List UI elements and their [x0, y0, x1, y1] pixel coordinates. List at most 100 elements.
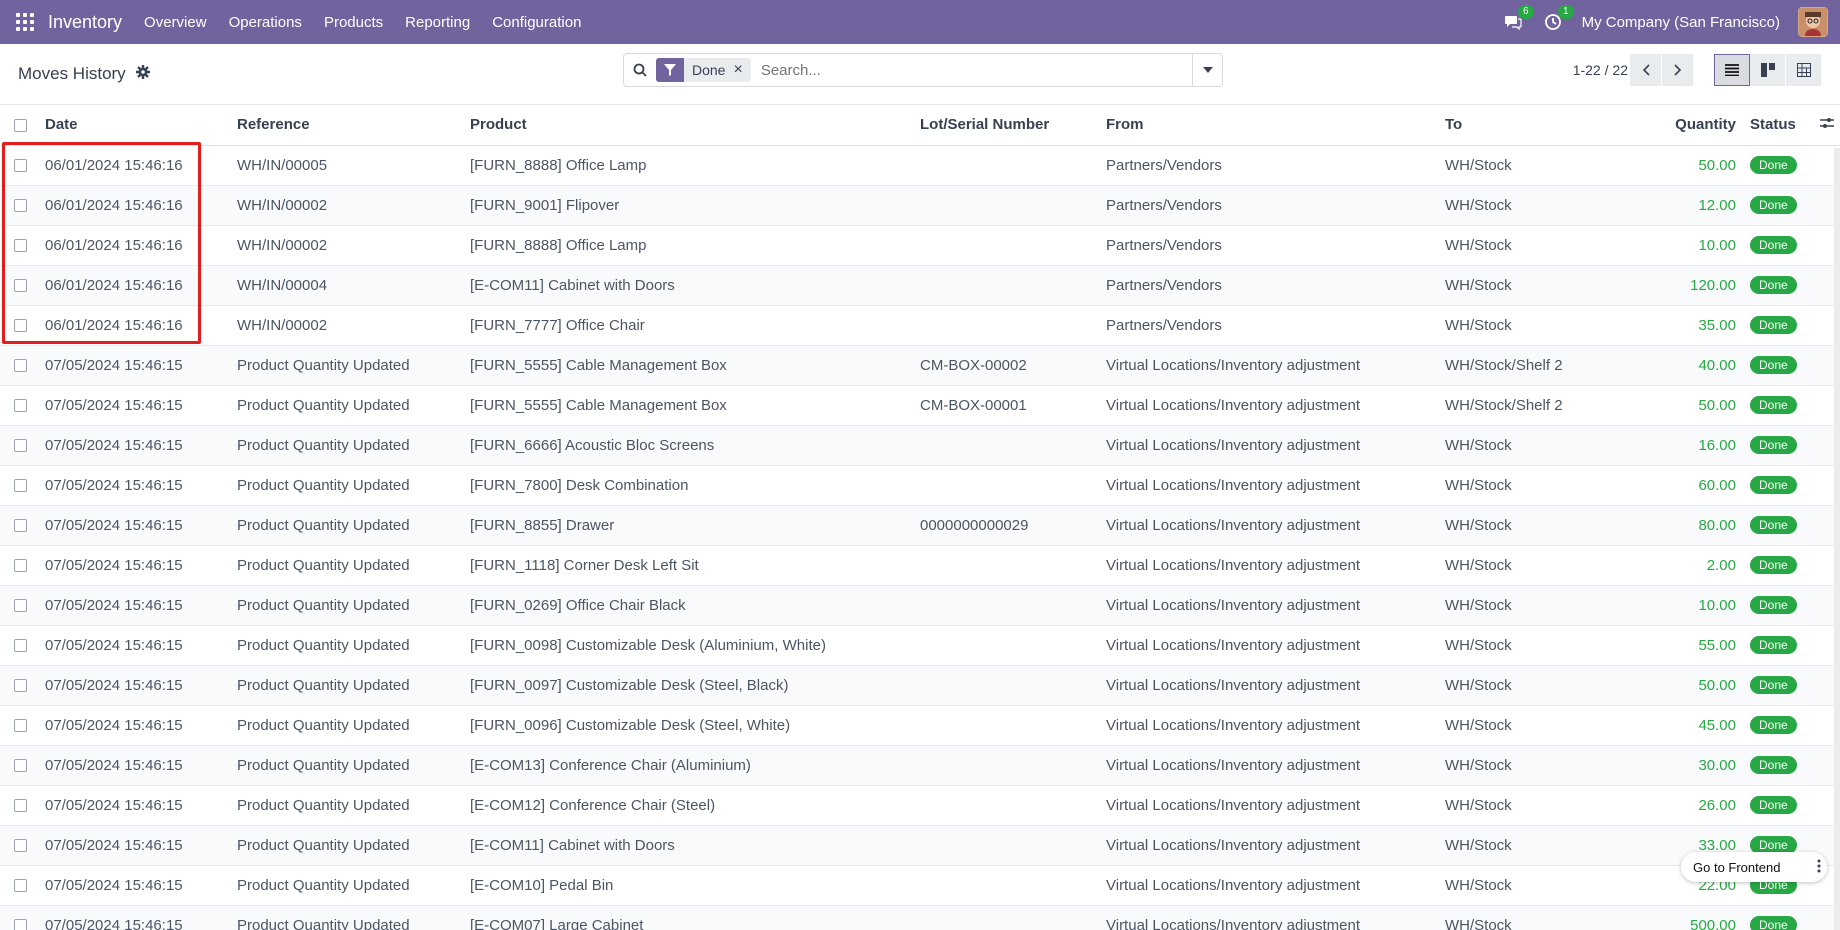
row-checkbox[interactable]: [14, 799, 27, 813]
apps-grid-icon[interactable]: [16, 13, 34, 31]
optional-columns-sliders-icon[interactable]: [1816, 105, 1840, 146]
row-checkbox[interactable]: [14, 839, 27, 853]
select-all-checkbox[interactable]: [14, 118, 27, 132]
row-checkbox[interactable]: [14, 919, 27, 930]
column-to[interactable]: To: [1441, 105, 1621, 146]
row-checkbox[interactable]: [14, 599, 27, 613]
row-select-cell[interactable]: [0, 745, 41, 786]
row-select-cell[interactable]: [0, 225, 41, 266]
row-checkbox[interactable]: [14, 679, 27, 693]
row-select-cell[interactable]: [0, 505, 41, 546]
row-checkbox[interactable]: [14, 239, 27, 253]
row-select-cell[interactable]: [0, 585, 41, 626]
row-select-cell[interactable]: [0, 465, 41, 506]
cell-from: Virtual Locations/Inventory adjustment: [1102, 425, 1441, 466]
table-row[interactable]: 07/05/2024 15:46:15 Product Quantity Upda…: [0, 425, 1840, 466]
gear-icon[interactable]: [135, 64, 150, 84]
table-row[interactable]: 07/05/2024 15:46:15 Product Quantity Upda…: [0, 345, 1840, 386]
row-select-cell[interactable]: [0, 425, 41, 466]
menu-reporting[interactable]: Reporting: [405, 14, 470, 31]
list-view-icon[interactable]: [1714, 54, 1750, 86]
column-lot[interactable]: Lot/Serial Number: [916, 105, 1102, 146]
menu-operations[interactable]: Operations: [229, 14, 302, 31]
pager-next-button[interactable]: [1662, 54, 1694, 86]
table-row[interactable]: 07/05/2024 15:46:15 Product Quantity Upda…: [0, 785, 1840, 826]
cell-to: WH/Stock: [1441, 825, 1621, 866]
table-row[interactable]: 07/05/2024 15:46:15 Product Quantity Upda…: [0, 865, 1840, 906]
row-checkbox[interactable]: [14, 479, 27, 493]
table-row[interactable]: 07/05/2024 15:46:15 Product Quantity Upda…: [0, 825, 1840, 866]
search-options-chevron-down-icon[interactable]: [1192, 54, 1222, 86]
column-date[interactable]: Date: [41, 105, 233, 146]
row-select-cell[interactable]: [0, 145, 41, 186]
row-checkbox[interactable]: [14, 359, 27, 373]
row-checkbox[interactable]: [14, 279, 27, 293]
row-select-cell[interactable]: [0, 665, 41, 706]
pager-previous-button[interactable]: [1630, 54, 1662, 86]
table-row[interactable]: 06/01/2024 15:46:16 WH/IN/00004 [E-COM11] …: [0, 265, 1840, 306]
app-brand[interactable]: Inventory: [48, 12, 122, 33]
search-icon[interactable]: [624, 63, 656, 77]
row-select-cell[interactable]: [0, 385, 41, 426]
table-row[interactable]: 07/05/2024 15:46:15 Product Quantity Upda…: [0, 505, 1840, 546]
select-all-cell[interactable]: [0, 105, 41, 146]
row-checkbox[interactable]: [14, 519, 27, 533]
cell-quantity: 35.00: [1621, 305, 1746, 346]
cell-lot: [916, 785, 1102, 826]
table-row[interactable]: 07/05/2024 15:46:15 Product Quantity Upda…: [0, 705, 1840, 746]
go-to-frontend-button[interactable]: Go to Frontend: [1681, 852, 1827, 882]
table-row[interactable]: 06/01/2024 15:46:16 WH/IN/00002 [FURN_7777…: [0, 305, 1840, 346]
row-checkbox[interactable]: [14, 559, 27, 573]
remove-facet-close-icon[interactable]: ×: [733, 62, 750, 78]
row-select-cell[interactable]: [0, 345, 41, 386]
column-from[interactable]: From: [1102, 105, 1441, 146]
menu-products[interactable]: Products: [324, 14, 383, 31]
row-checkbox[interactable]: [14, 639, 27, 653]
kanban-view-icon[interactable]: [1750, 54, 1786, 86]
search-input[interactable]: [758, 60, 1192, 80]
messages-icon[interactable]: 6: [1502, 5, 1534, 33]
row-select-cell[interactable]: [0, 705, 41, 746]
row-checkbox[interactable]: [14, 159, 27, 173]
row-checkbox[interactable]: [14, 319, 27, 333]
column-status[interactable]: Status: [1746, 105, 1816, 146]
row-select-cell[interactable]: [0, 825, 41, 866]
row-checkbox[interactable]: [14, 759, 27, 773]
vertical-scrollbar[interactable]: [1834, 148, 1840, 930]
table-row[interactable]: 06/01/2024 15:46:16 WH/IN/00002 [FURN_9001…: [0, 185, 1840, 226]
row-select-cell[interactable]: [0, 185, 41, 226]
user-avatar[interactable]: [1798, 7, 1828, 37]
column-reference[interactable]: Reference: [233, 105, 466, 146]
row-checkbox[interactable]: [14, 879, 27, 893]
table-row[interactable]: 06/01/2024 15:46:16 WH/IN/00002 [FURN_8888…: [0, 225, 1840, 266]
row-select-cell[interactable]: [0, 265, 41, 306]
activities-clock-icon[interactable]: 1: [1542, 5, 1574, 33]
pivot-view-icon[interactable]: [1786, 54, 1822, 86]
pager-value[interactable]: 1-22 / 22: [1573, 62, 1628, 78]
row-select-cell[interactable]: [0, 625, 41, 666]
table-row[interactable]: 07/05/2024 15:46:15 Product Quantity Upda…: [0, 665, 1840, 706]
table-row[interactable]: 07/05/2024 15:46:15 Product Quantity Upda…: [0, 385, 1840, 426]
company-switcher[interactable]: My Company (San Francisco): [1582, 14, 1780, 31]
row-select-cell[interactable]: [0, 545, 41, 586]
table-row[interactable]: 06/01/2024 15:46:16 WH/IN/00005 [FURN_8888…: [0, 145, 1840, 186]
column-quantity[interactable]: Quantity: [1621, 105, 1746, 146]
row-checkbox[interactable]: [14, 399, 27, 413]
row-select-cell[interactable]: [0, 305, 41, 346]
menu-overview[interactable]: Overview: [144, 14, 207, 31]
table-row[interactable]: 07/05/2024 15:46:15 Product Quantity Upda…: [0, 545, 1840, 586]
table-row[interactable]: 07/05/2024 15:46:15 Product Quantity Upda…: [0, 905, 1840, 930]
menu-configuration[interactable]: Configuration: [492, 14, 581, 31]
more-options-icon[interactable]: [1817, 859, 1821, 876]
table-row[interactable]: 07/05/2024 15:46:15 Product Quantity Upda…: [0, 585, 1840, 626]
row-select-cell[interactable]: [0, 785, 41, 826]
row-checkbox[interactable]: [14, 439, 27, 453]
column-product[interactable]: Product: [466, 105, 916, 146]
table-row[interactable]: 07/05/2024 15:46:15 Product Quantity Upda…: [0, 745, 1840, 786]
row-select-cell[interactable]: [0, 905, 41, 930]
table-row[interactable]: 07/05/2024 15:46:15 Product Quantity Upda…: [0, 625, 1840, 666]
row-checkbox[interactable]: [14, 719, 27, 733]
row-checkbox[interactable]: [14, 199, 27, 213]
table-row[interactable]: 07/05/2024 15:46:15 Product Quantity Upda…: [0, 465, 1840, 506]
row-select-cell[interactable]: [0, 865, 41, 906]
